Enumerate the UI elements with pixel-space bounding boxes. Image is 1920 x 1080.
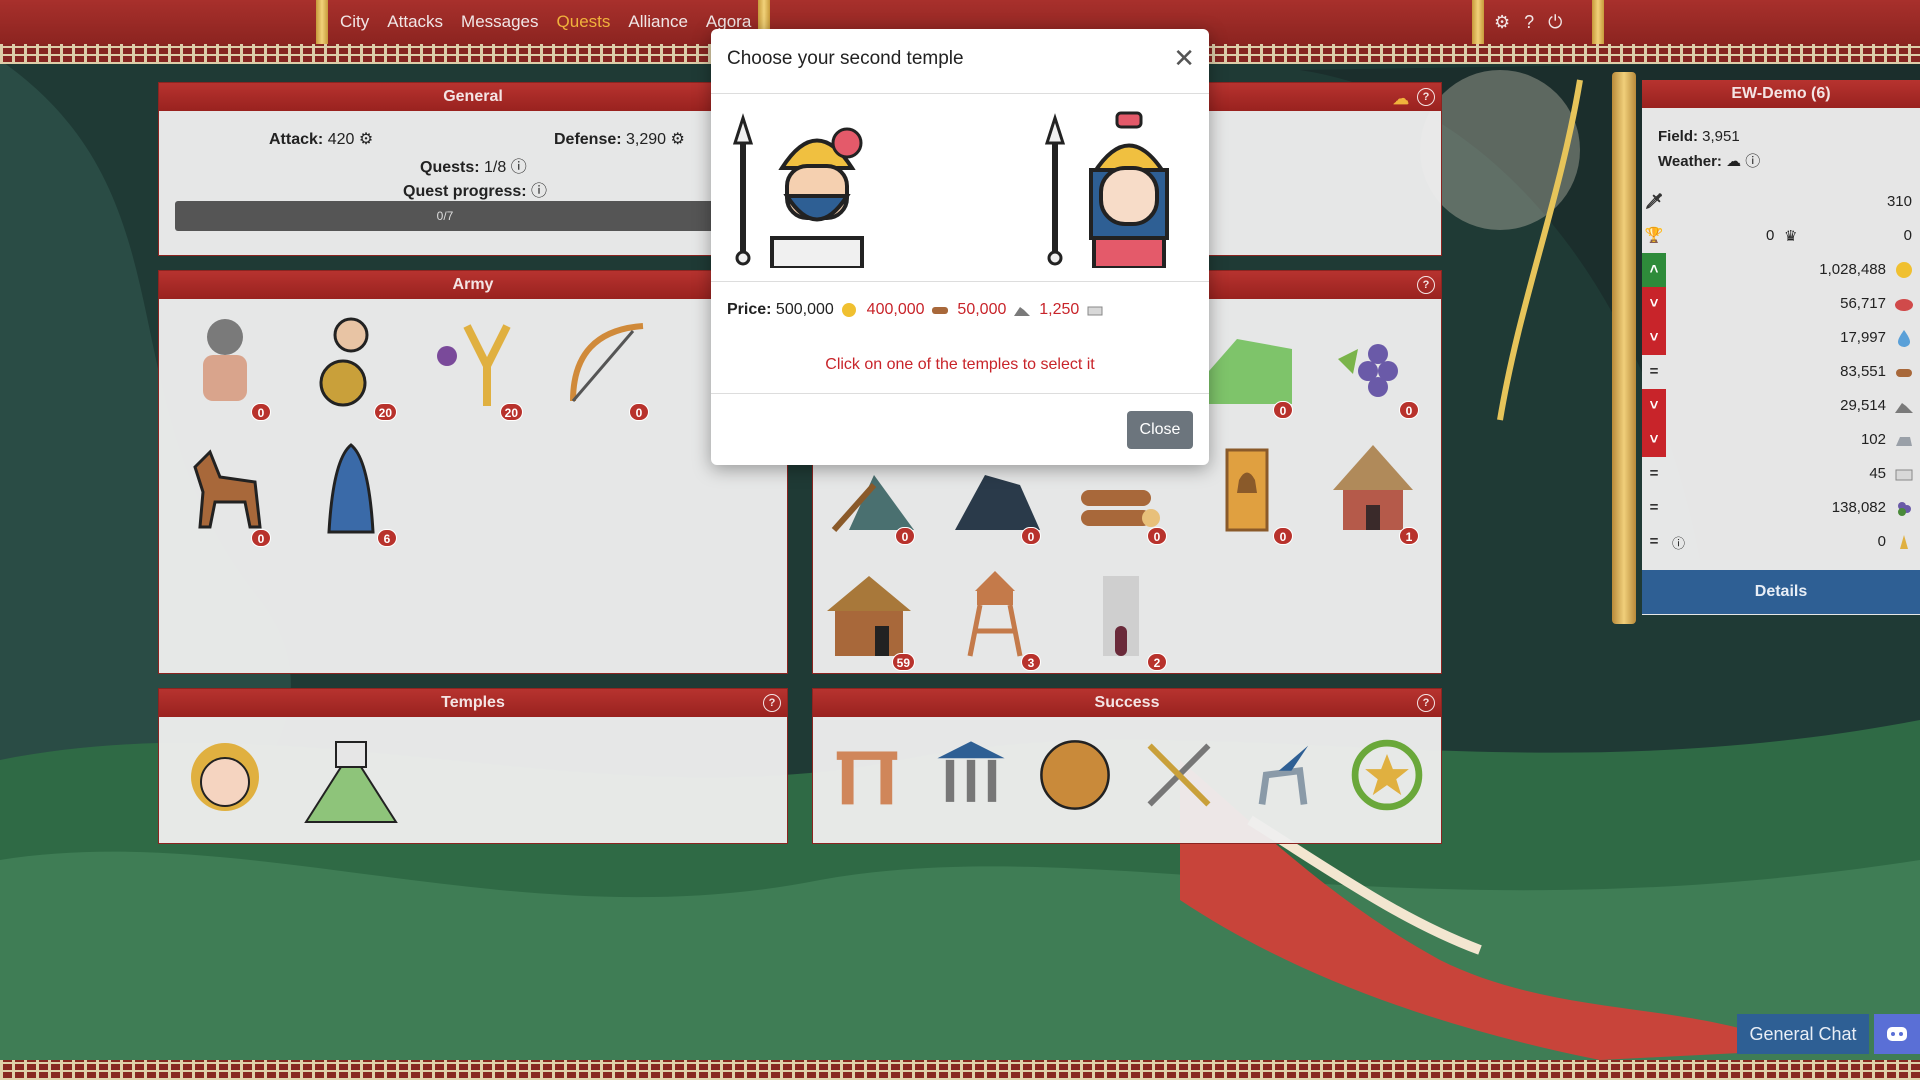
general-chat-button[interactable]: General Chat xyxy=(1737,1014,1869,1054)
modal-close-x-icon[interactable]: ✕ xyxy=(1173,45,1195,71)
temple-choices xyxy=(711,94,1209,282)
temple-choice-athena[interactable] xyxy=(1039,108,1189,270)
female-warrior-goddess-icon xyxy=(1044,111,1169,270)
discord-icon xyxy=(1887,1027,1907,1041)
price-gold-value: 500,000 xyxy=(775,301,834,318)
price-wood-value: 400,000 xyxy=(866,301,925,318)
price-label: Price: xyxy=(727,301,772,318)
close-button[interactable]: Close xyxy=(1127,411,1193,449)
temple-choice-ares[interactable] xyxy=(727,108,877,270)
wood-icon xyxy=(931,306,948,314)
bearded-warrior-god-icon xyxy=(732,113,864,270)
modal-title: Choose your second temple xyxy=(727,48,964,69)
temple-price: Price: 500,000 400,000 50,000 1,250 xyxy=(727,301,1108,319)
greek-meander-border-bottom xyxy=(0,1060,1920,1080)
modal-footer-divider xyxy=(711,393,1209,394)
stone-icon xyxy=(1013,306,1030,316)
price-iron-value: 1,250 xyxy=(1039,301,1080,318)
choose-temple-modal: Choose your second temple ✕ Price: 500,0… xyxy=(711,29,1209,465)
modal-header: Choose your second temple ✕ xyxy=(711,29,1209,94)
discord-button[interactable] xyxy=(1874,1014,1920,1054)
marble-icon xyxy=(1087,306,1103,316)
gold-coin-icon xyxy=(842,302,857,317)
select-temple-hint: Click on one of the temples to select it xyxy=(825,356,1095,373)
price-stone-value: 50,000 xyxy=(957,301,1007,318)
